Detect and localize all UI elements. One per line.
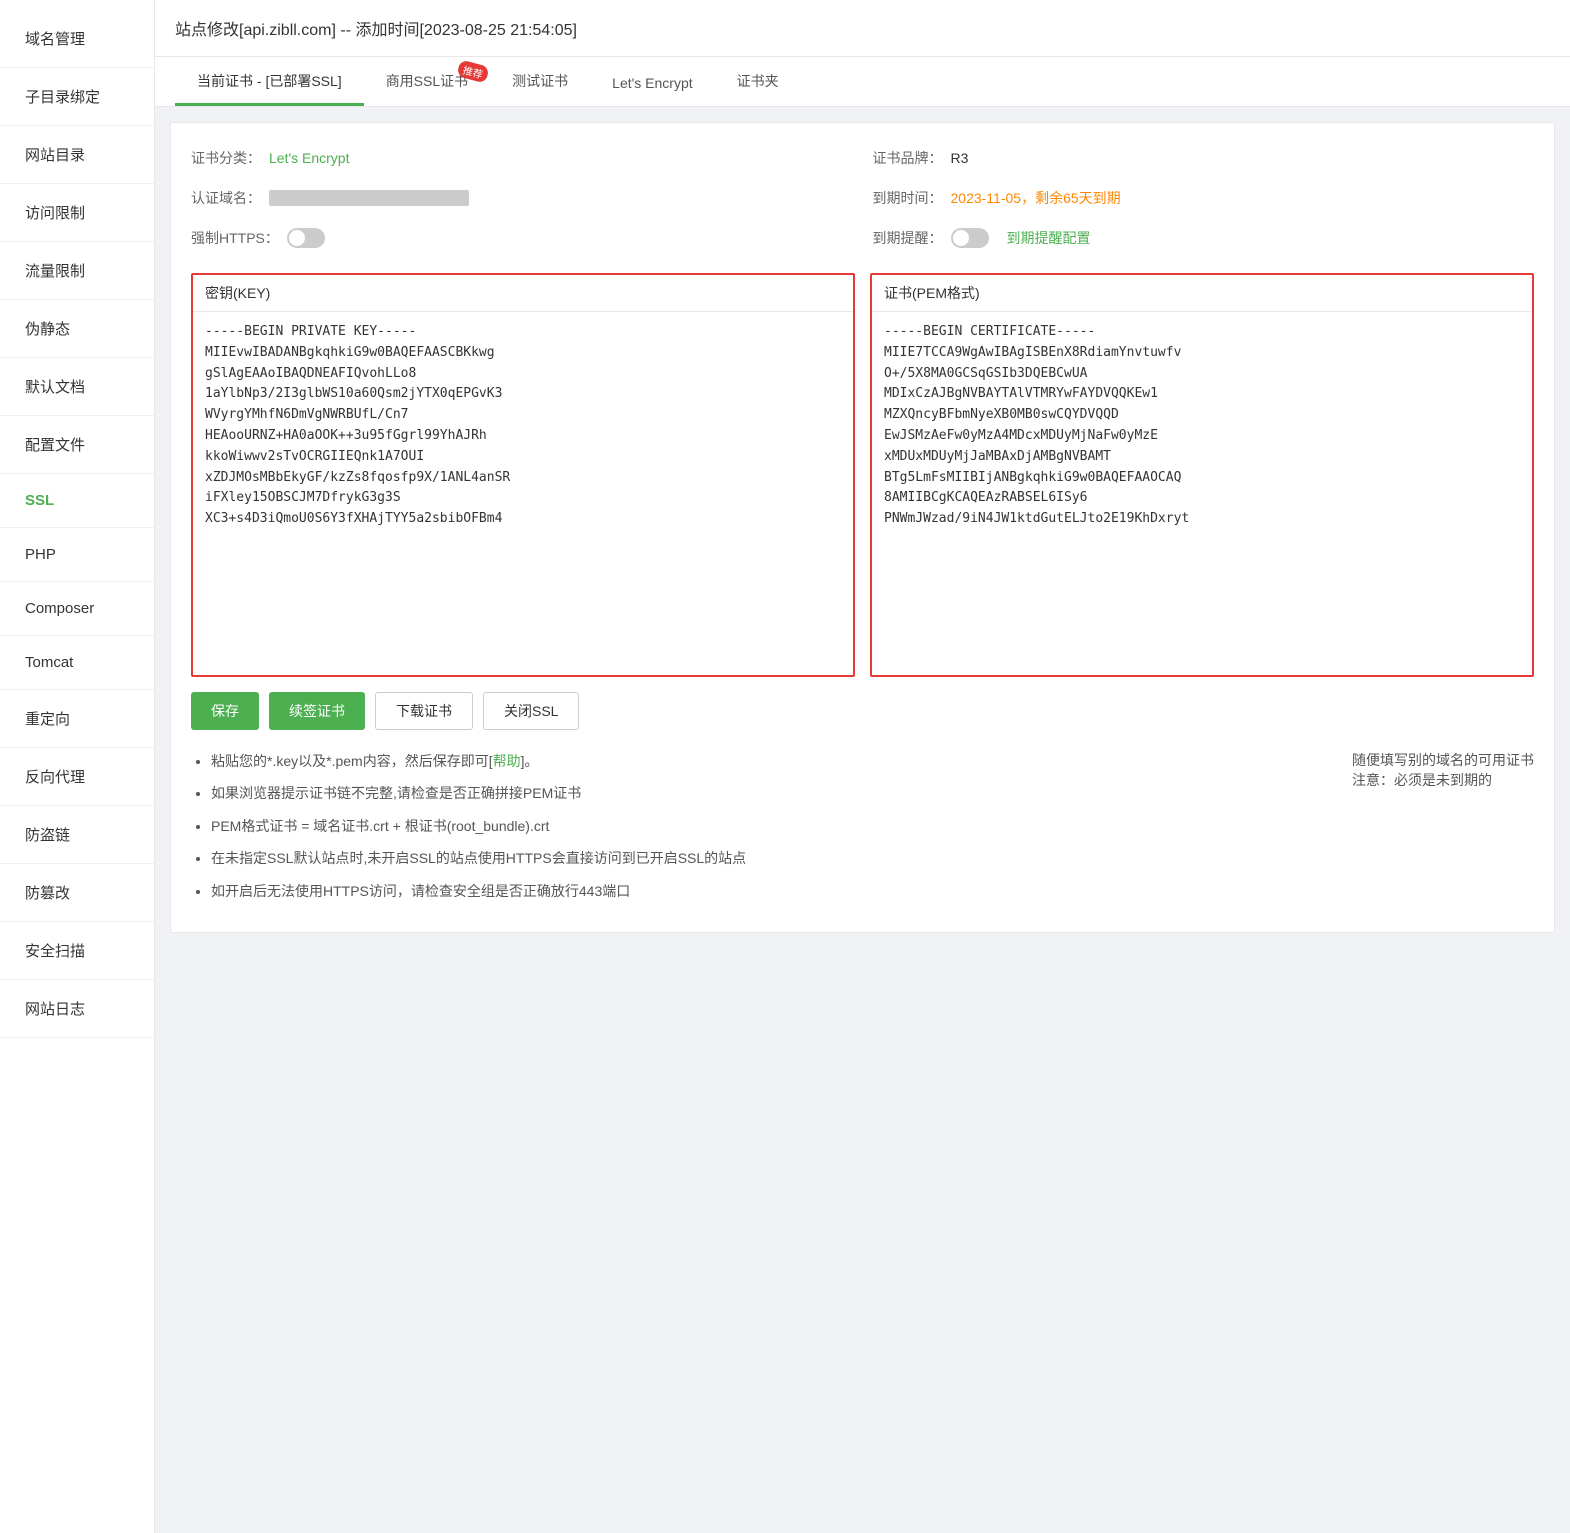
cert-expire-label: 到期时间： <box>873 188 943 208</box>
cert-textarea[interactable] <box>872 312 1532 672</box>
red-note-line2: 注意：必须是未到期的 <box>1352 770 1534 790</box>
tab-cert-folder[interactable]: 证书夹 <box>715 57 801 106</box>
cert-type-value: Let's Encrypt <box>269 150 350 166</box>
cert-box-label: 证书(PEM格式) <box>872 275 1532 312</box>
note-item-1: 粘贴您的*.key以及*.pem内容，然后保存即可[帮助]。 <box>211 750 1332 772</box>
red-note-line1: 随便填写别的域名的可用证书 <box>1352 750 1534 770</box>
action-buttons: 保存 续签证书 下载证书 关闭SSL <box>191 692 1534 730</box>
sidebar-item-config-file[interactable]: 配置文件 <box>0 416 154 474</box>
sidebar-item-default-doc[interactable]: 默认文档 <box>0 358 154 416</box>
cert-https-label: 强制HTTPS： <box>191 228 279 248</box>
key-textarea[interactable] <box>193 312 853 672</box>
notes-list: 粘贴您的*.key以及*.pem内容，然后保存即可[帮助]。 如果浏览器提示证书… <box>191 750 1332 912</box>
tab-current-cert[interactable]: 当前证书 - [已部署SSL] <box>175 57 364 106</box>
reminder-toggle[interactable] <box>951 228 989 248</box>
sidebar-item-ssl[interactable]: SSL <box>0 474 154 528</box>
note-item-5: 如开启后无法使用HTTPS访问，请检查安全组是否正确放行443端口 <box>211 880 1332 902</box>
close-ssl-button[interactable]: 关闭SSL <box>483 692 579 730</box>
notes-section: 粘贴您的*.key以及*.pem内容，然后保存即可[帮助]。 如果浏览器提示证书… <box>191 750 1534 912</box>
cert-expire-row: 到期时间： 2023-11-05，剩余65天到期 <box>873 183 1535 213</box>
note-item-2: 如果浏览器提示证书链不完整,请检查是否正确拼接PEM证书 <box>211 782 1332 804</box>
sidebar-item-pseudo-static[interactable]: 伪静态 <box>0 300 154 358</box>
cert-domain-row: 认证域名： <box>191 183 853 213</box>
tab-bar: 当前证书 - [已部署SSL] 商用SSL证书 推荐 测试证书 Let's En… <box>155 57 1570 107</box>
sidebar-item-domain[interactable]: 域名管理 <box>0 10 154 68</box>
sidebar-item-anti-hotlink[interactable]: 防盗链 <box>0 806 154 864</box>
note-item-3: PEM格式证书 = 域名证书.crt + 根证书(root_bundle).cr… <box>211 815 1332 837</box>
key-box-label: 密钥(KEY) <box>193 275 853 312</box>
download-button[interactable]: 下载证书 <box>375 692 473 730</box>
cert-type-row: 证书分类： Let's Encrypt <box>191 143 853 173</box>
save-button[interactable]: 保存 <box>191 692 259 730</box>
help-link[interactable]: 帮助 <box>493 753 521 769</box>
tab-commercial-ssl[interactable]: 商用SSL证书 推荐 <box>364 57 490 106</box>
cert-info-grid: 证书分类： Let's Encrypt 证书品牌： R3 认证域名： 到期时间：… <box>191 143 1534 253</box>
cert-reminder-row: 到期提醒： 到期提醒配置 <box>873 223 1535 253</box>
key-box: 密钥(KEY) <box>191 273 855 677</box>
tab-lets-encrypt[interactable]: Let's Encrypt <box>590 61 715 106</box>
sidebar-item-traffic[interactable]: 流量限制 <box>0 242 154 300</box>
cert-brand-value: R3 <box>951 150 969 166</box>
cert-expire-value: 2023-11-05，剩余65天到期 <box>951 188 1121 208</box>
cert-brand-label: 证书品牌： <box>873 148 943 168</box>
main-content: 站点修改[api.zibll.com] -- 添加时间[2023-08-25 2… <box>155 0 1570 1533</box>
cert-domain-label: 认证域名： <box>191 188 261 208</box>
sidebar-item-website-dir[interactable]: 网站目录 <box>0 126 154 184</box>
cert-reminder-label: 到期提醒： <box>873 228 943 248</box>
sidebar-item-reverse-proxy[interactable]: 反向代理 <box>0 748 154 806</box>
cert-type-label: 证书分类： <box>191 148 261 168</box>
sidebar-item-composer[interactable]: Composer <box>0 582 154 636</box>
sidebar: 域名管理 子目录绑定 网站目录 访问限制 流量限制 伪静态 默认文档 配置文件 … <box>0 0 155 1533</box>
sidebar-item-security-scan[interactable]: 安全扫描 <box>0 922 154 980</box>
cert-box: 证书(PEM格式) <box>870 273 1534 677</box>
sidebar-item-anti-tamper[interactable]: 防篡改 <box>0 864 154 922</box>
red-note: 随便填写别的域名的可用证书 注意：必须是未到期的 <box>1352 750 1534 912</box>
cert-https-row: 强制HTTPS： <box>191 223 853 253</box>
sidebar-item-access[interactable]: 访问限制 <box>0 184 154 242</box>
note-item-4: 在未指定SSL默认站点时,未开启SSL的站点使用HTTPS会直接访问到已开启SS… <box>211 847 1332 869</box>
https-toggle[interactable] <box>287 228 325 248</box>
tab-test-cert[interactable]: 测试证书 <box>490 57 590 106</box>
sidebar-item-website-log[interactable]: 网站日志 <box>0 980 154 1038</box>
ssl-content: 证书分类： Let's Encrypt 证书品牌： R3 认证域名： 到期时间：… <box>170 122 1555 933</box>
sidebar-item-subdirectory[interactable]: 子目录绑定 <box>0 68 154 126</box>
title-bar: 站点修改[api.zibll.com] -- 添加时间[2023-08-25 2… <box>155 0 1570 57</box>
cert-brand-row: 证书品牌： R3 <box>873 143 1535 173</box>
key-cert-section: 密钥(KEY) 证书(PEM格式) <box>191 273 1534 677</box>
reminder-config-link[interactable]: 到期提醒配置 <box>1007 228 1091 248</box>
sidebar-item-php[interactable]: PHP <box>0 528 154 582</box>
renew-button[interactable]: 续签证书 <box>269 692 365 730</box>
sidebar-item-tomcat[interactable]: Tomcat <box>0 636 154 690</box>
sidebar-item-redirect[interactable]: 重定向 <box>0 690 154 748</box>
cert-domain-value <box>269 190 469 206</box>
page-title: 站点修改[api.zibll.com] -- 添加时间[2023-08-25 2… <box>175 22 577 39</box>
